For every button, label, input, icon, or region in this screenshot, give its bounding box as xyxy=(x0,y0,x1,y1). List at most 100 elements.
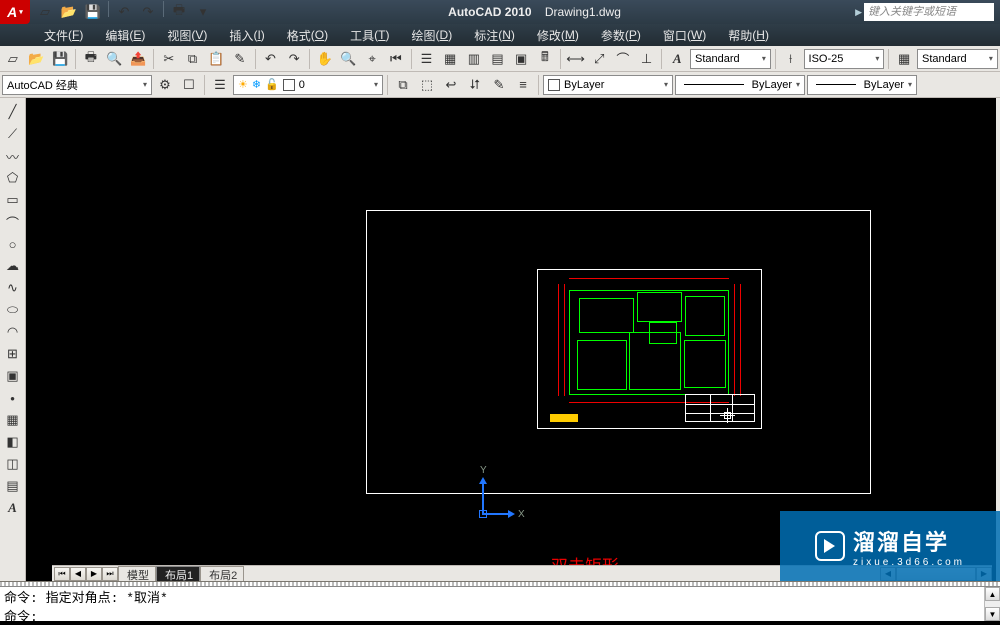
menu-tools[interactable]: 工具(T) xyxy=(346,24,393,46)
layer-more-icon[interactable]: ≡ xyxy=(512,74,534,96)
menu-format[interactable]: 格式(O) xyxy=(283,24,332,46)
polygon-icon[interactable]: ⬠ xyxy=(3,168,23,188)
tb-table-style-icon[interactable]: ▦ xyxy=(893,48,915,70)
tb-dim-style-icon[interactable]: ⟊ xyxy=(780,48,802,70)
tb-dim-ord-icon[interactable]: ⊥ xyxy=(636,48,658,70)
tb-copy-icon[interactable]: ⧉ xyxy=(182,48,204,70)
tb-pan-icon[interactable]: ✋ xyxy=(314,48,336,70)
gradient-icon[interactable]: ◧ xyxy=(3,432,23,452)
circle-icon[interactable]: ○ xyxy=(3,234,23,254)
workspace-combo[interactable]: AutoCAD 经典▾ xyxy=(2,75,152,95)
revcloud-icon[interactable]: ☁ xyxy=(3,256,23,276)
menu-edit[interactable]: 编辑(E) xyxy=(101,24,149,46)
undo-icon[interactable]: ↶ xyxy=(113,1,135,23)
tb-paste-icon[interactable]: 📋 xyxy=(205,48,227,70)
tb-redo-icon[interactable]: ↷ xyxy=(283,48,305,70)
save-icon[interactable]: 💾 xyxy=(82,1,104,23)
xline-icon[interactable]: ⟋ xyxy=(3,124,23,144)
tb-publish-icon[interactable]: 📤 xyxy=(127,48,149,70)
point-icon[interactable]: • xyxy=(3,388,23,408)
tab-next-icon[interactable]: ▶ xyxy=(86,567,102,581)
menu-parametric[interactable]: 参数(P) xyxy=(597,24,645,46)
line-icon[interactable]: ╱ xyxy=(3,102,23,122)
make-block-icon[interactable]: ▣ xyxy=(3,366,23,386)
spline-icon[interactable]: ∿ xyxy=(3,278,23,298)
tb-dim-linear-icon[interactable]: ⟷ xyxy=(565,48,587,70)
layer-iso-icon[interactable]: ⬚ xyxy=(416,74,438,96)
tb-undo-icon[interactable]: ↶ xyxy=(260,48,282,70)
menu-dimension[interactable]: 标注(N) xyxy=(470,24,519,46)
dim-style-combo[interactable]: ISO-25▾ xyxy=(804,49,885,69)
tab-first-icon[interactable]: ⏮ xyxy=(54,567,70,581)
open-icon[interactable]: 📂 xyxy=(58,1,80,23)
pline-icon[interactable]: 〰 xyxy=(3,146,23,166)
tab-layout1[interactable]: 布局1 xyxy=(156,566,200,581)
tb-new-icon[interactable]: ▱ xyxy=(2,48,24,70)
tb-zoom-rt-icon[interactable]: 🔍 xyxy=(338,48,360,70)
menu-draw[interactable]: 绘图(D) xyxy=(408,24,457,46)
color-combo[interactable]: ByLayer▾ xyxy=(543,75,673,95)
layer-combo[interactable]: ☀❄🔓0▾ xyxy=(233,75,383,95)
tb-sheet-icon[interactable]: ▤ xyxy=(487,48,509,70)
tb-design-center-icon[interactable]: ▦ xyxy=(439,48,461,70)
tb-text-style-icon[interactable]: A xyxy=(666,48,688,70)
rectangle-icon[interactable]: ▭ xyxy=(3,190,23,210)
tb-calc-icon[interactable]: 🖩 xyxy=(534,48,556,70)
tb-dim-align-icon[interactable]: ⤢ xyxy=(588,48,610,70)
menu-view[interactable]: 视图(V) xyxy=(163,24,211,46)
layer-props-icon[interactable]: ☰ xyxy=(209,74,231,96)
workspace-save-icon[interactable]: ☐ xyxy=(178,74,200,96)
menu-help[interactable]: 帮助(H) xyxy=(724,24,773,46)
layer-match-icon[interactable]: ✎ xyxy=(488,74,510,96)
tb-cut-icon[interactable]: ✂ xyxy=(158,48,180,70)
qat-customize-icon[interactable]: ▾ xyxy=(192,1,214,23)
tb-match-icon[interactable]: ✎ xyxy=(229,48,251,70)
tb-markup-icon[interactable]: ▣ xyxy=(510,48,532,70)
cmd-scroll-up-icon[interactable]: ▲ xyxy=(985,587,1000,601)
menu-insert[interactable]: 插入(I) xyxy=(225,24,268,46)
table-style-combo[interactable]: Standard▾ xyxy=(917,49,998,69)
tab-model[interactable]: 模型 xyxy=(118,566,156,581)
cmd-scrollbar[interactable]: ▲ ▼ xyxy=(984,587,1000,621)
hatch-icon[interactable]: ▦ xyxy=(3,410,23,430)
viewport-frame[interactable] xyxy=(537,269,762,429)
tb-plot-icon[interactable]: 🖶 xyxy=(80,48,102,70)
search-input[interactable]: 键入关键字或短语 xyxy=(864,3,994,21)
ellipse-arc-icon[interactable]: ◠ xyxy=(3,322,23,342)
tab-layout2[interactable]: 布局2 xyxy=(200,566,244,581)
new-icon[interactable]: ▱ xyxy=(34,1,56,23)
cmd-scroll-down-icon[interactable]: ▼ xyxy=(985,607,1000,621)
print-icon[interactable]: 🖶 xyxy=(168,1,190,23)
tb-open-icon[interactable]: 📂 xyxy=(26,48,48,70)
cmd-input-line[interactable]: 命令: xyxy=(0,606,1000,625)
tb-properties-icon[interactable]: ☰ xyxy=(416,48,438,70)
tb-zoom-prev-icon[interactable]: ⏮ xyxy=(385,48,407,70)
redo-icon[interactable]: ↷ xyxy=(137,1,159,23)
tb-save-icon[interactable]: 💾 xyxy=(49,48,71,70)
tb-preview-icon[interactable]: 🔍 xyxy=(104,48,126,70)
lineweight-combo[interactable]: ByLayer▾ xyxy=(807,75,917,95)
arc-icon[interactable]: ⌒ xyxy=(3,212,23,232)
text-style-combo[interactable]: Standard▾ xyxy=(690,49,771,69)
tb-zoom-win-icon[interactable]: ⌖ xyxy=(361,48,383,70)
mtext-icon[interactable]: A xyxy=(3,498,23,518)
app-menu-button[interactable]: A xyxy=(0,0,30,24)
menu-modify[interactable]: 修改(M) xyxy=(533,24,583,46)
tab-last-icon[interactable]: ⏭ xyxy=(102,567,118,581)
ellipse-icon[interactable]: ⬭ xyxy=(3,300,23,320)
menu-window[interactable]: 窗口(W) xyxy=(659,24,710,46)
layer-filter-icon[interactable]: ⮃ xyxy=(464,74,486,96)
layer-prev-icon[interactable]: ↩ xyxy=(440,74,462,96)
command-window[interactable]: 命令: 指定对角点: *取消* 命令: ▲ ▼ xyxy=(0,581,1000,621)
workspace-settings-icon[interactable]: ⚙ xyxy=(154,74,176,96)
table-icon[interactable]: ▤ xyxy=(3,476,23,496)
tb-dim-arc-icon[interactable]: ⌒ xyxy=(612,48,634,70)
insert-block-icon[interactable]: ⊞ xyxy=(3,344,23,364)
tab-prev-icon[interactable]: ◀ xyxy=(70,567,86,581)
tb-tool-palette-icon[interactable]: ▥ xyxy=(463,48,485,70)
region-icon[interactable]: ◫ xyxy=(3,454,23,474)
linetype-combo[interactable]: ByLayer▾ xyxy=(675,75,805,95)
menu-file[interactable]: 文件(F) xyxy=(40,24,87,46)
drawing-canvas[interactable]: X Y 双击矩形 框 ⏮ ◀ ▶ ⏭ 模型 布局1 布局2 ◀ ▶ xyxy=(26,98,996,581)
layer-state-icon[interactable]: ⧉ xyxy=(392,74,414,96)
